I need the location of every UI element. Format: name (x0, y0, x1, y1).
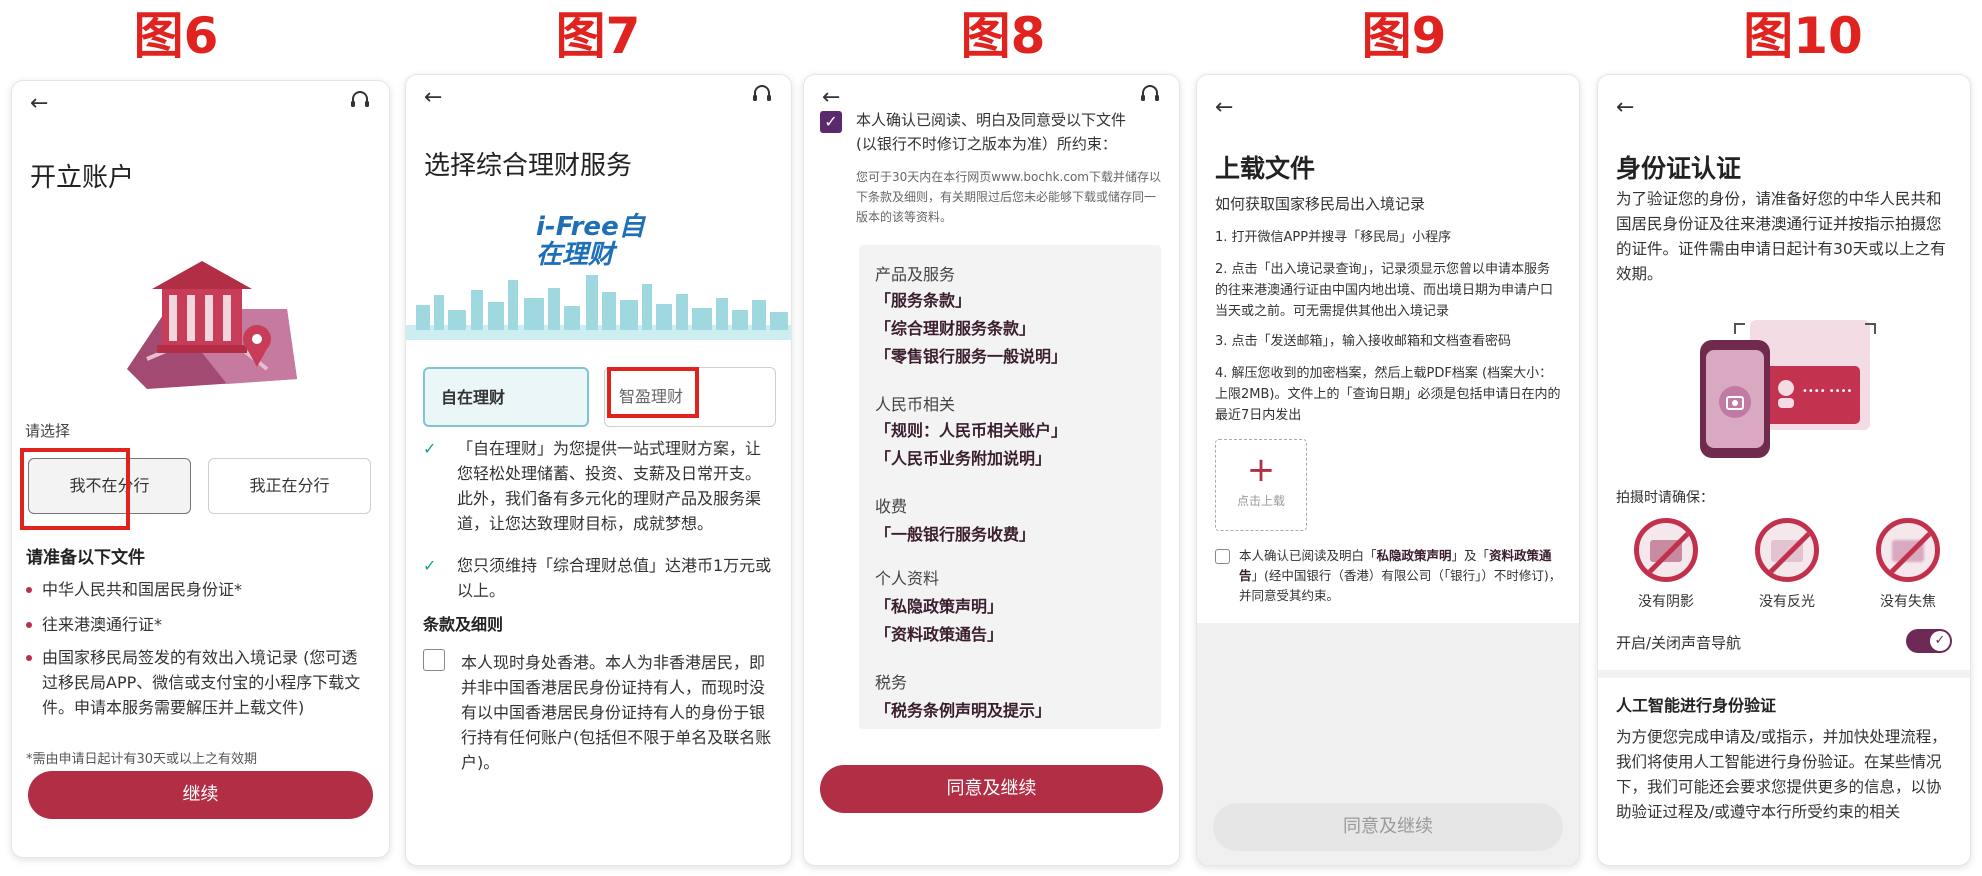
link-service-terms[interactable]: 「服务条款」 (875, 287, 971, 311)
rule-no-blur: 没有失焦 (1880, 594, 1936, 610)
link-wealth-terms[interactable]: 「综合理财服务条款」 (875, 315, 1035, 339)
link-retail-general[interactable]: 「零售银行服务一般说明」 (875, 343, 1067, 367)
city-skyline-banner (406, 275, 791, 340)
doc-item-1: 中华人民共和国居民身份证* (26, 577, 371, 602)
no-glare-icon (1755, 518, 1819, 582)
step-2: 2. 点击「出入境记录查询」，记录须显示您曾以申请本服务的往来港澳通行证由中国内… (1215, 262, 1554, 319)
headset-icon[interactable] (751, 83, 773, 105)
highlight-box (607, 367, 699, 418)
voice-guide-label: 开启/关闭声音导航 (1616, 634, 1742, 652)
figure-label-6: 图6 (133, 7, 219, 65)
group-rmb: 人民币相关 (875, 395, 956, 414)
screen-select-wealth-service: ← 选择综合理财服务 i-Free自在理财 自在理财 智盈理财 ✓ 「自在理财」… (405, 74, 792, 866)
upload-label: 点击上载 (1236, 494, 1285, 508)
ensure-label: 拍摄时请确保： (1616, 490, 1714, 506)
phone-id-card-illustration: •••• •••• (1700, 320, 1876, 458)
figure-label-7: 图7 (555, 7, 641, 65)
no-blur-icon (1876, 518, 1940, 582)
group-products: 产品及服务 (875, 265, 956, 284)
continue-button[interactable]: 继续 (28, 771, 373, 819)
no-shadow-icon (1634, 518, 1698, 582)
step-4: 4. 解压您收到的加密档案，然后上载PDF档案 (档案大小：上限2MB)。文件上… (1215, 366, 1561, 423)
guide-subtitle: 如何获取国家移民局出入境记录 (1215, 195, 1426, 213)
consent-part-a: 本人确认已阅读及明白「 (1239, 548, 1377, 563)
benefit-point-1: ✓ 「自在理财」为您提供一站式理财方案，让您轻松处理储蓄、投资、支薪及日常开支。… (423, 436, 773, 536)
download-note: 您可于30天内在本行网页www.bochk.com下载并储存以下条款及细则，有关… (856, 170, 1161, 224)
ai-text: 为方便您完成申请及/或指示，并加快处理流程，我们将使用人工智能进行身份验证。在某… (1616, 728, 1947, 821)
back-arrow-icon[interactable]: ← (1215, 95, 1233, 120)
page-title: 上载文件 (1215, 154, 1316, 183)
intro-text: 为了验证您的身份，请准备好您的中华人民共和国居民身份证及往来港澳通行证并按指示拍… (1616, 190, 1946, 283)
link-rmb-rules[interactable]: 「规则：人民币相关账户」 (875, 417, 1067, 441)
figure-label-9: 图9 (1361, 7, 1447, 65)
link-tax-statement[interactable]: 「税务条例声明及提示」 (875, 697, 1051, 721)
declaration-text: 本人现时身处香港。本人为非香港居民，即并非中国香港居民身份证持有人，而现时没有以… (461, 653, 772, 772)
figure-label-8: 图8 (960, 7, 1046, 65)
confirm-line-2: (以银行不时修订之版本为准）所约束： (856, 135, 1117, 153)
tab-free-wealth[interactable]: 自在理财 (423, 367, 589, 427)
consent-checkbox[interactable] (1215, 549, 1230, 564)
confirm-line-1: 本人确认已阅读、明白及同意受以下文件 (856, 111, 1127, 129)
back-arrow-icon[interactable]: ← (822, 85, 840, 110)
figure-label-10: 图10 (1743, 7, 1863, 65)
confirm-checkbox[interactable]: ✓ (820, 111, 842, 133)
ai-title: 人工智能进行身份验证 (1616, 696, 1777, 715)
check-icon: ✓ (423, 556, 437, 575)
screen-upload-document: ← 上载文件 如何获取国家移民局出入境记录 1. 打开微信APP并搜寻「移民局」… (1196, 74, 1580, 866)
agree-continue-button[interactable]: 同意及继续 (820, 765, 1163, 813)
validity-footnote: *需由申请日起计有30天或以上之有效期 (26, 752, 258, 767)
group-personal-data: 个人资料 (875, 569, 940, 588)
link-privacy-policy[interactable]: 私隐政策声明 (1377, 548, 1452, 563)
bank-map-illustration (127, 261, 297, 389)
headset-icon[interactable] (349, 89, 371, 111)
step-1: 1. 打开微信APP并搜寻「移民局」小程序 (1215, 230, 1452, 245)
toggle-knob: ✓ (1930, 631, 1950, 651)
page-title: 选择综合理财服务 (424, 151, 633, 181)
page-title: 身份证认证 (1616, 154, 1742, 183)
step-3: 3. 点击「发送邮箱」，输入接收邮箱和文档查看密码 (1215, 334, 1512, 349)
divider (1598, 670, 1970, 678)
group-tax: 税务 (875, 673, 908, 692)
choose-label: 请选择 (25, 422, 71, 440)
rule-no-shadow: 没有阴影 (1638, 594, 1694, 610)
agree-continue-button-disabled[interactable]: 同意及继续 (1213, 803, 1563, 851)
upload-box[interactable]: + 点击上载 (1215, 439, 1307, 531)
back-arrow-icon[interactable]: ← (424, 85, 442, 110)
doc-item-3: 由国家移民局签发的有效出入境记录 (您可透过移民局APP、微信或支付宝的小程序下… (26, 645, 371, 720)
voice-guide-toggle[interactable]: ✓ (1906, 629, 1952, 653)
terms-list-box: 产品及服务 「服务条款」 「综合理财服务条款」 「零售银行服务一般说明」 人民币… (859, 245, 1161, 729)
link-data-policy[interactable]: 「资料政策通告」 (875, 621, 1003, 645)
consent-text: 本人确认已阅读及明白「私隐政策声明」及「资料政策通告」(经中国银行（香港）有限公… (1239, 546, 1563, 606)
headset-icon[interactable] (1139, 83, 1161, 105)
benefit-text-1: 「自在理财」为您提供一站式理财方案，让您轻松处理储蓄、投资、支薪及日常开支。此外… (457, 439, 762, 533)
screen-open-account: ← 开立账户 请选择 我不在分行 我正在分行 请准备以下文件 中华人民共和国居民… (11, 80, 390, 858)
plus-icon: + (1246, 450, 1276, 490)
link-rmb-supplement[interactable]: 「人民币业务附加说明」 (875, 445, 1051, 469)
benefit-text-2: 您只须维持「综合理财总值」达港币1万元或以上。 (457, 556, 772, 600)
group-fees: 收费 (875, 497, 908, 516)
screen-id-verification: ← 身份证认证 为了验证您的身份，请准备好您的中华人民共和国居民身份证及往来港澳… (1597, 74, 1971, 866)
link-general-fees[interactable]: 「一般银行服务收费」 (875, 521, 1035, 545)
declaration-checkbox[interactable] (423, 649, 445, 671)
back-arrow-icon[interactable]: ← (30, 91, 48, 116)
option-in-branch[interactable]: 我正在分行 (208, 458, 371, 514)
terms-title: 条款及细则 (423, 615, 504, 634)
back-arrow-icon[interactable]: ← (1616, 95, 1634, 120)
consent-part-c: 」(经中国银行（香港）有限公司（「银行」）不时修订)，并同意受其约束。 (1239, 568, 1562, 603)
highlight-box (20, 448, 130, 530)
card-digits: •••• •••• (1802, 386, 1852, 397)
benefit-point-2: ✓ 您只须维持「综合理财总值」达港币1万元或以上。 (423, 553, 773, 603)
prepare-title: 请准备以下文件 (26, 548, 145, 568)
page-title: 开立账户 (30, 163, 135, 193)
consent-part-b: 」及「 (1451, 548, 1490, 563)
screen-terms-confirmation: ← ✓ 本人确认已阅读、明白及同意受以下文件 (以银行不时修订之版本为准）所约束… (803, 74, 1180, 866)
rule-no-glare: 没有反光 (1759, 594, 1815, 610)
check-icon: ✓ (423, 439, 437, 458)
link-privacy-policy[interactable]: 「私隐政策声明」 (875, 593, 1003, 617)
ifree-logo: i-Free自在理财 (536, 212, 645, 270)
doc-item-2: 往来港澳通行证* (26, 612, 371, 637)
